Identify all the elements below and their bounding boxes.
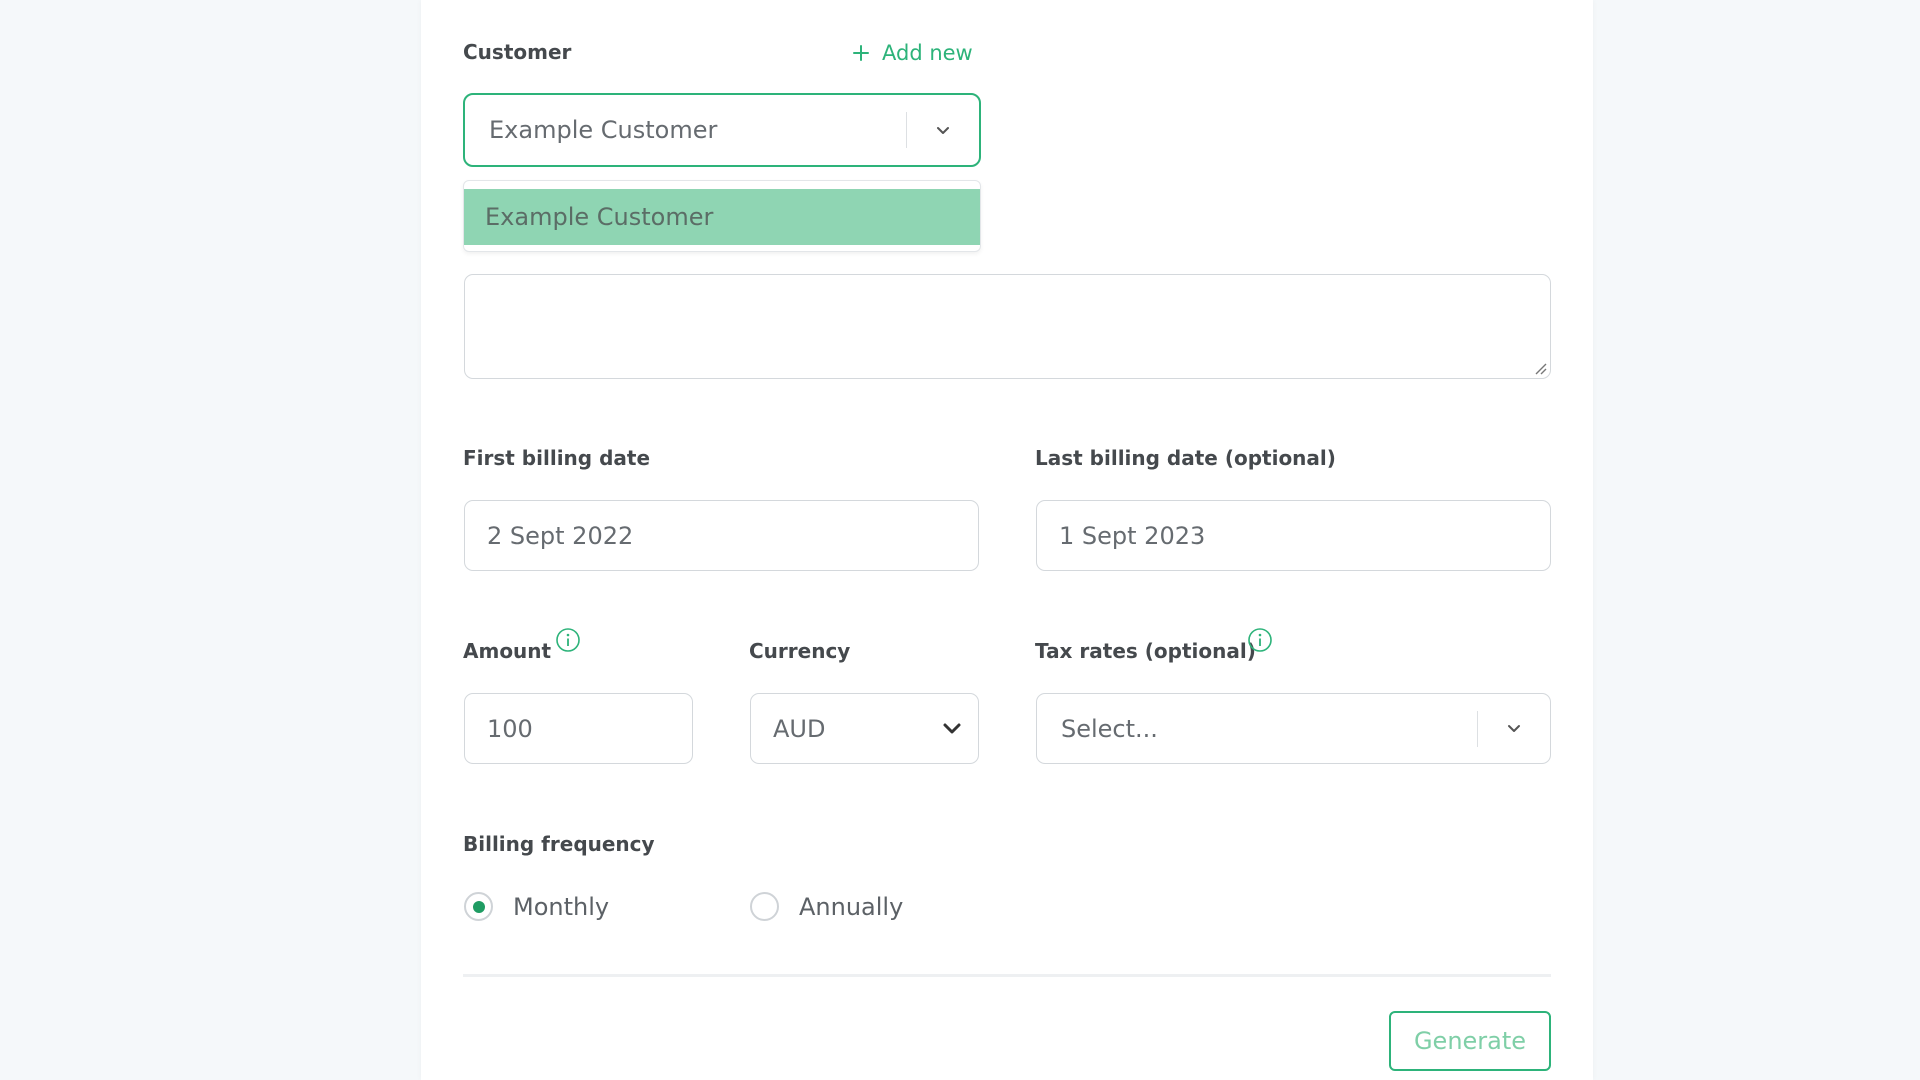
customer-dropdown-menu: Example Customer	[463, 180, 981, 252]
currency-label: Currency	[749, 639, 851, 663]
form-card: Customer Add new Example Customer Exampl…	[421, 0, 1593, 1080]
currency-select[interactable]: AUD	[750, 693, 979, 764]
amount-label: Amount	[463, 639, 552, 663]
add-new-customer-link[interactable]: Add new	[852, 38, 973, 68]
chevron-down-icon	[1508, 725, 1520, 732]
radio-button[interactable]	[750, 892, 779, 921]
section-divider	[463, 974, 1551, 977]
description-textarea[interactable]	[464, 274, 1551, 379]
radio-button-selected[interactable]	[464, 892, 493, 921]
tax-rates-select[interactable]: Select...	[1036, 693, 1551, 764]
radio-monthly[interactable]: Monthly	[464, 892, 609, 921]
first-billing-date-label: First billing date	[463, 446, 651, 470]
first-billing-date-value: 2 Sept 2022	[487, 521, 634, 550]
customer-select-value: Example Customer	[489, 116, 718, 144]
billing-frequency-label: Billing frequency	[463, 832, 655, 856]
plus-icon	[853, 45, 869, 61]
tax-rates-dropdown-toggle[interactable]	[1478, 694, 1550, 763]
info-icon[interactable]	[1247, 627, 1273, 653]
radio-annually[interactable]: Annually	[750, 892, 903, 921]
tax-rates-placeholder: Select...	[1061, 714, 1158, 743]
customer-option[interactable]: Example Customer	[464, 189, 980, 245]
customer-select[interactable]: Example Customer	[463, 93, 981, 167]
info-icon[interactable]	[555, 627, 581, 653]
resize-handle-icon[interactable]	[1533, 361, 1547, 375]
tax-rates-label: Tax rates (optional)	[1035, 639, 1256, 663]
generate-button[interactable]: Generate	[1389, 1011, 1551, 1071]
chevron-down-icon	[943, 723, 961, 734]
customer-dropdown-toggle[interactable]	[907, 95, 979, 165]
last-billing-date-label: Last billing date (optional)	[1035, 446, 1336, 470]
customer-label: Customer	[463, 40, 572, 64]
last-billing-date-value: 1 Sept 2023	[1059, 521, 1206, 550]
radio-annually-label: Annually	[799, 892, 904, 921]
radio-monthly-label: Monthly	[513, 892, 610, 921]
amount-input[interactable]: 100	[464, 693, 693, 764]
last-billing-date-input[interactable]: 1 Sept 2023	[1036, 500, 1551, 571]
chevron-down-icon	[937, 126, 949, 134]
first-billing-date-input[interactable]: 2 Sept 2022	[464, 500, 979, 571]
amount-value: 100	[487, 714, 533, 743]
add-new-label: Add new	[882, 41, 973, 65]
currency-value: AUD	[773, 714, 826, 743]
